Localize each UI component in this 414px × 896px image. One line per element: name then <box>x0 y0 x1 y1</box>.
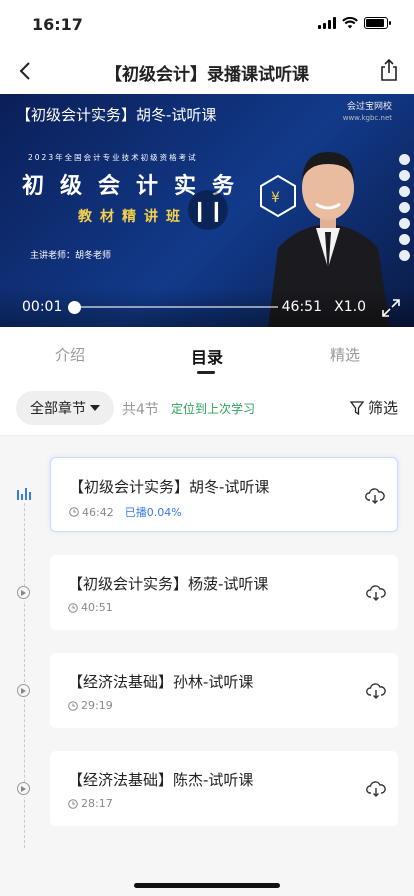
side-tool-icon[interactable] <box>399 186 410 197</box>
tab-intro[interactable]: 介绍 <box>20 344 120 365</box>
tab-underline <box>197 371 215 374</box>
page-title: 【初级会计】录播课试听课 <box>105 65 309 85</box>
lesson-list: 【初级会计实务】胡冬-试听课 46:42 已播0.04% 【初级会计实务】杨菠-… <box>0 436 414 866</box>
filter-button[interactable]: 筛选 <box>349 397 398 418</box>
content-tabs: 介绍 目录 精选 <box>0 327 414 379</box>
funnel-icon <box>349 400 364 415</box>
clock-icon <box>68 798 78 809</box>
side-tool-icon[interactable] <box>399 250 410 261</box>
cloud-download-icon[interactable] <box>365 486 385 506</box>
playing-marker <box>17 488 32 503</box>
side-tool-icon[interactable] <box>399 154 410 165</box>
side-tool-icon[interactable] <box>399 202 410 213</box>
status-bar: 16:17 <box>0 0 414 48</box>
tab-featured[interactable]: 精选 <box>295 344 395 365</box>
progress-knob[interactable] <box>68 301 81 314</box>
lesson-meta: 29:19 <box>68 699 113 712</box>
locate-last-link[interactable]: 定位到上次学习 <box>171 400 255 417</box>
play-circle-icon <box>17 782 30 795</box>
lesson-title: 【经济法基础】孙林-试听课 <box>68 673 254 691</box>
side-tool-icon[interactable] <box>399 218 410 229</box>
lesson-meta: 28:17 <box>68 797 113 810</box>
lesson-title: 【初级会计实务】杨菠-试听课 <box>68 575 269 593</box>
pause-button[interactable]: ❙❙ <box>188 190 228 230</box>
played-progress: 已播0.04% <box>124 506 182 519</box>
cloud-download-icon[interactable] <box>366 583 386 603</box>
pause-icon: ❙❙ <box>191 198 225 222</box>
chapter-dropdown[interactable]: 全部章节 <box>16 391 114 425</box>
fullscreen-icon[interactable] <box>382 299 400 317</box>
side-tool-icon[interactable] <box>399 234 410 245</box>
share-button[interactable] <box>376 57 402 83</box>
home-indicator <box>134 883 280 888</box>
play-circle-icon <box>17 684 30 697</box>
lesson-title: 【初级会计实务】胡冬-试听课 <box>69 478 270 496</box>
status-time: 16:17 <box>32 15 83 34</box>
wifi-icon <box>342 17 358 29</box>
brand-logo: 会过宝网校 www.kgbc.net <box>342 102 392 122</box>
clock-icon <box>69 507 79 517</box>
speed-button[interactable]: X1.0 <box>334 299 366 315</box>
play-circle-icon <box>17 586 30 599</box>
tab-catalog[interactable]: 目录 <box>157 344 257 368</box>
lesson-title: 【经济法基础】陈杰-试听课 <box>68 771 254 789</box>
clock-icon <box>68 700 78 711</box>
lesson-card[interactable]: 【经济法基础】孙林-试听课 29:19 <box>50 653 398 728</box>
lesson-duration: 28:17 <box>81 797 113 810</box>
lesson-duration: 46:42 <box>82 505 114 519</box>
lesson-duration: 29:19 <box>81 699 113 712</box>
lesson-count: 共4节 <box>122 402 159 418</box>
video-player[interactable]: 【初级会计实务】胡冬-试听课 会过宝网校 www.kgbc.net 2023年全… <box>0 94 414 327</box>
lesson-card[interactable]: 【初级会计实务】胡冬-试听课 46:42 已播0.04% <box>50 457 398 532</box>
lesson-marker <box>17 586 32 601</box>
lesson-meta: 40:51 <box>68 601 113 614</box>
lesson-marker <box>17 684 32 699</box>
share-icon <box>381 58 397 81</box>
player-controls: 00:01 46:51 X1.0 <box>0 287 414 327</box>
chapter-dropdown-label: 全部章节 <box>30 401 86 417</box>
clock-icon <box>68 602 78 613</box>
current-time: 00:01 <box>22 299 63 315</box>
lesson-duration: 40:51 <box>81 601 113 614</box>
side-tool-buttons <box>399 154 410 261</box>
lesson-marker <box>17 782 32 797</box>
caret-down-icon <box>90 405 100 411</box>
battery-icon <box>364 17 391 29</box>
lesson-card[interactable]: 【初级会计实务】杨菠-试听课 40:51 <box>50 555 398 630</box>
cloud-download-icon[interactable] <box>366 779 386 799</box>
video-title: 【初级会计实务】胡冬-试听课 <box>16 106 217 124</box>
progress-track[interactable] <box>74 306 278 308</box>
playing-bars-icon <box>17 488 32 500</box>
exam-line: 2023年全国会计专业技术初级资格考试 <box>28 153 198 162</box>
course-subtitle: 教材精讲班 <box>78 209 188 225</box>
teacher-line: 主讲老师：胡冬老师 <box>30 251 112 261</box>
nav-bar: 【初级会计】录播课试听课 <box>0 48 414 94</box>
filter-bar: 全部章节 共4节 定位到上次学习 筛选 <box>0 379 414 436</box>
signal-icon <box>318 17 336 29</box>
side-tool-icon[interactable] <box>399 170 410 181</box>
status-icons <box>318 17 391 29</box>
lesson-meta: 46:42 已播0.04% <box>69 504 182 520</box>
filter-label: 筛选 <box>367 399 398 417</box>
lesson-card[interactable]: 【经济法基础】陈杰-试听课 28:17 <box>50 751 398 826</box>
cloud-download-icon[interactable] <box>366 681 386 701</box>
total-duration: 46:51 <box>281 299 322 315</box>
